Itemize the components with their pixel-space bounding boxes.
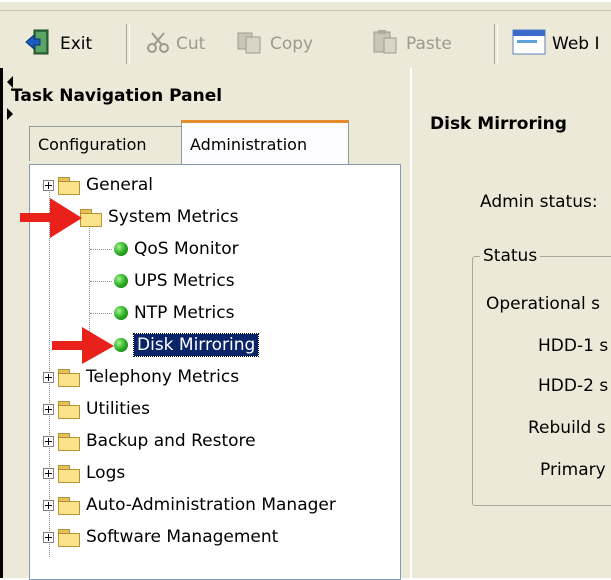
copy-icon (236, 30, 264, 59)
tree-item-system-metrics[interactable]: System Metrics (80, 202, 239, 232)
tree-connector (90, 281, 112, 282)
tab-configuration[interactable]: Configuration (29, 126, 197, 161)
cut-label: Cut (176, 34, 206, 54)
expand-icon[interactable] (43, 467, 54, 479)
exit-label: Exit (60, 34, 93, 54)
tree-item-label: Auto-Administration Manager (86, 495, 336, 515)
tree-item-label: UPS Metrics (134, 271, 235, 291)
copy-label: Copy (270, 34, 314, 54)
tree-item-label: System Metrics (108, 207, 239, 227)
tree-item-qos-monitor[interactable]: QoS Monitor (114, 234, 239, 264)
folder-icon (58, 400, 80, 419)
copy-button[interactable]: Copy (236, 26, 313, 62)
operational-status-label: Operational s (486, 294, 601, 314)
web-window-icon (512, 28, 546, 61)
expand-icon[interactable] (43, 499, 54, 511)
folder-icon (58, 496, 80, 515)
tree-item-software-management[interactable]: Software Management (43, 522, 278, 552)
expand-icon[interactable] (43, 371, 54, 383)
tree-item-ups-metrics[interactable]: UPS Metrics (114, 266, 235, 296)
tree-item-logs[interactable]: Logs (43, 458, 125, 488)
tab-administration[interactable]: Administration (181, 120, 349, 165)
folder-icon (58, 432, 80, 451)
tree-item-label-selected: Disk Mirroring (132, 333, 260, 357)
tree-item-backup-and-restore[interactable]: Backup and Restore (43, 426, 256, 456)
hdd1-status-label: HDD-1 s (538, 336, 609, 356)
admin-status-label: Admin status: (480, 192, 598, 212)
status-group-legend: Status (480, 246, 541, 266)
tab-label: Administration (190, 134, 308, 154)
tree-item-label: NTP Metrics (134, 303, 235, 323)
web-button[interactable]: Web I (512, 26, 599, 62)
status-green-icon (114, 274, 128, 288)
tree-item-utilities[interactable]: Utilities (43, 394, 150, 424)
tree-item-auto-administration-manager[interactable]: Auto-Administration Manager (43, 490, 336, 520)
paste-button[interactable]: Paste (372, 26, 452, 62)
tree-item-disk-mirroring[interactable]: Disk Mirroring (114, 330, 260, 360)
navigation-tree: General System Metrics QoS Monitor UPS M… (29, 164, 401, 580)
red-arrow-annotation (52, 327, 114, 364)
hdd2-status-label: HDD-2 s (538, 376, 609, 396)
web-label: Web I (552, 34, 600, 54)
tree-item-telephony-metrics[interactable]: Telephony Metrics (43, 362, 239, 392)
tree-item-label: Logs (86, 463, 126, 483)
tab-label: Configuration (38, 134, 147, 154)
toolbar-separator (126, 24, 130, 64)
tree-item-ntp-metrics[interactable]: NTP Metrics (114, 298, 234, 328)
expand-icon[interactable] (43, 403, 54, 415)
expand-icon[interactable] (43, 435, 54, 447)
tree-item-label: Telephony Metrics (86, 367, 240, 387)
folder-icon (58, 528, 80, 547)
tree-item-label: QoS Monitor (134, 239, 239, 259)
expand-icon[interactable] (43, 179, 54, 191)
folder-icon (58, 464, 80, 483)
panel-title: Task Navigation Panel (11, 86, 223, 106)
tree-connector (90, 313, 112, 314)
expand-arrow-icon[interactable] (7, 108, 13, 120)
tree-item-label: Backup and Restore (86, 431, 256, 451)
detail-title: Disk Mirroring (430, 114, 567, 134)
expand-icon[interactable] (43, 531, 54, 543)
toolbar: Exit Cut Copy Paste Web I (0, 0, 611, 70)
folder-icon (58, 368, 80, 387)
paste-label: Paste (406, 34, 452, 54)
task-navigation-panel: Task Navigation Panel Configuration Admi… (0, 68, 413, 580)
tree-connector (90, 249, 112, 250)
tree-item-label: General (86, 175, 153, 195)
red-arrow-annotation (20, 198, 82, 238)
status-green-icon (114, 242, 128, 256)
tree-item-label: Utilities (86, 399, 150, 419)
status-green-icon (114, 306, 128, 320)
status-green-icon (114, 338, 128, 352)
primary-label: Primary (540, 460, 606, 480)
toolbar-separator (494, 24, 498, 64)
tree-item-label: Software Management (86, 527, 279, 547)
exit-door-icon (24, 27, 54, 62)
toolbar-top-border (0, 10, 611, 11)
rebuild-status-label: Rebuild s (528, 418, 606, 438)
clipboard-icon (372, 29, 400, 60)
cut-button[interactable]: Cut (146, 26, 205, 62)
folder-icon (58, 176, 80, 195)
scissors-icon (146, 30, 170, 59)
exit-button[interactable]: Exit (24, 26, 92, 62)
